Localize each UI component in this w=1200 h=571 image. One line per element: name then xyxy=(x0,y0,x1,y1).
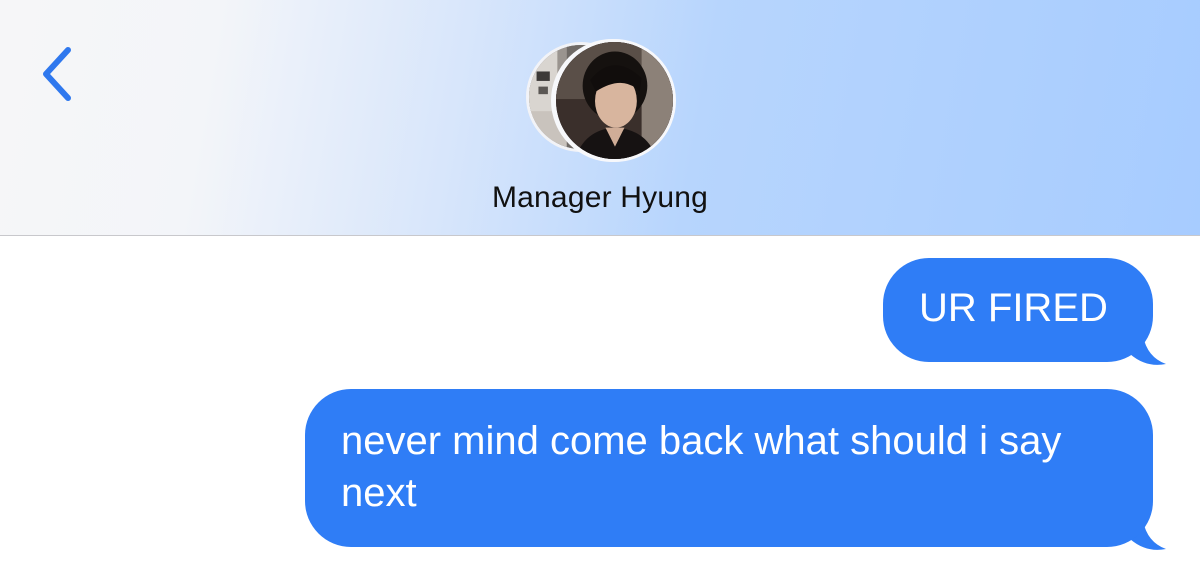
contact-avatar-group[interactable] xyxy=(520,38,680,163)
contact-name[interactable]: Manager Hyung xyxy=(0,181,1200,215)
avatar-photo xyxy=(556,42,673,159)
avatar xyxy=(553,39,676,162)
conversation-header: Manager Hyung xyxy=(0,0,1200,236)
message-list: UR FIRED never mind come back what shoul… xyxy=(0,236,1200,571)
back-button[interactable] xyxy=(30,42,78,106)
message-bubble-outgoing[interactable]: UR FIRED xyxy=(883,258,1153,362)
chevron-left-icon xyxy=(43,47,71,101)
message-bubble-outgoing[interactable]: never mind come back what should i say n… xyxy=(305,389,1153,547)
